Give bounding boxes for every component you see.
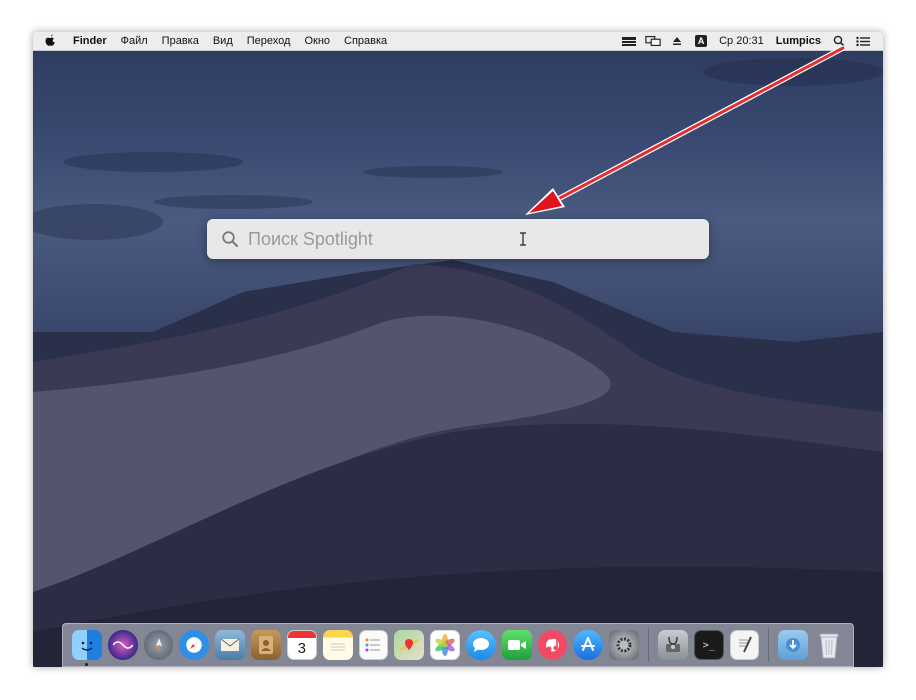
notification-center-icon[interactable] xyxy=(855,35,871,47)
menu-user-name[interactable]: Lumpics xyxy=(770,35,827,47)
dock-textedit-icon[interactable] xyxy=(729,630,760,660)
dock-notes-icon[interactable] xyxy=(322,630,353,660)
dock-disk-utility-icon[interactable] xyxy=(658,630,688,660)
menu-app-name[interactable]: Finder xyxy=(66,35,114,47)
input-source-badge: A xyxy=(695,35,708,47)
spotlight-search-icon[interactable] xyxy=(831,35,847,47)
running-indicator xyxy=(85,663,88,666)
input-source-icon[interactable]: A xyxy=(693,35,709,47)
menu-bar-status-area: A Ср 20:31 Lumpics xyxy=(617,35,883,47)
menu-item-edit[interactable]: Правка xyxy=(155,35,206,47)
spotlight-search-bar xyxy=(207,219,709,259)
dock-contacts-icon[interactable] xyxy=(251,630,281,660)
dock-terminal-icon[interactable]: >_ xyxy=(693,630,724,660)
dock-photos-icon[interactable] xyxy=(430,630,460,660)
dock-facetime-icon[interactable] xyxy=(501,630,532,660)
menu-item-window[interactable]: Окно xyxy=(297,35,337,47)
desktop-screen: Finder Файл Правка Вид Переход Окно Спра… xyxy=(33,32,883,667)
dock-calendar-icon[interactable]: 3 xyxy=(286,630,317,660)
dock-app-store-icon[interactable] xyxy=(573,630,604,660)
dock-downloads-folder-icon[interactable] xyxy=(778,630,809,660)
dock: 3 >_ xyxy=(62,623,854,667)
desktop-wallpaper xyxy=(33,58,883,667)
spotlight-magnifier-icon xyxy=(220,229,240,249)
dock-launchpad-icon[interactable] xyxy=(143,630,174,660)
dock-siri-icon[interactable] xyxy=(107,630,138,660)
dock-separator xyxy=(648,628,649,662)
text-cursor-icon xyxy=(520,232,526,246)
dock-separator xyxy=(768,628,770,662)
dock-mail-icon[interactable] xyxy=(215,630,246,660)
apple-menu-icon[interactable] xyxy=(33,34,66,49)
timemachine-icon[interactable] xyxy=(621,35,637,47)
dock-safari-icon[interactable] xyxy=(179,630,210,660)
menu-clock[interactable]: Ср 20:31 xyxy=(713,35,770,47)
menu-item-go[interactable]: Переход xyxy=(240,35,298,47)
dock-system-preferences-icon[interactable] xyxy=(609,630,639,660)
dock-finder-icon[interactable] xyxy=(72,630,102,666)
menu-item-help[interactable]: Справка xyxy=(337,35,394,47)
dock-maps-icon[interactable] xyxy=(394,630,425,660)
menu-bar: Finder Файл Правка Вид Переход Окно Спра… xyxy=(33,32,883,51)
eject-icon[interactable] xyxy=(669,35,685,47)
menu-item-file[interactable]: Файл xyxy=(114,35,155,47)
display-mirroring-icon[interactable] xyxy=(645,35,661,47)
menu-item-view[interactable]: Вид xyxy=(206,35,240,47)
spotlight-search-input[interactable] xyxy=(246,227,690,251)
dock-reminders-icon[interactable] xyxy=(358,630,389,660)
dock-trash-icon[interactable] xyxy=(814,630,844,660)
dock-messages-icon[interactable] xyxy=(465,630,496,660)
dock-music-icon[interactable] xyxy=(537,630,568,660)
